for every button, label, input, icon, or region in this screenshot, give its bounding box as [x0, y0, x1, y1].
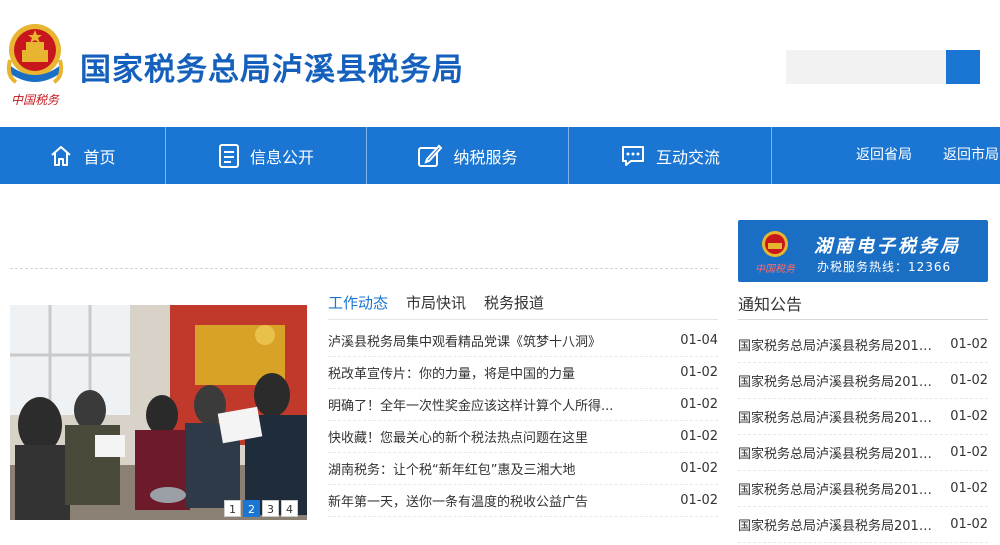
site-title[interactable]: 国家税务总局泸溪县税务局 — [80, 44, 464, 89]
nav-label: 互动交流 — [655, 147, 720, 167]
notice-title[interactable]: 国家税务总局泸溪县税务局2018... — [738, 479, 936, 498]
chat-icon — [621, 145, 644, 166]
site-header: 中国税务 国家税务总局泸溪县税务局 — [0, 0, 1000, 127]
document-icon — [218, 143, 239, 168]
banner-title: 湖南电子税务局 — [814, 236, 961, 257]
news-date: 01-02 — [680, 493, 718, 508]
main-nav: 首页 信息公开 纳税服务 互动交流 返回省局 返回市局 — [0, 127, 1000, 184]
slider-dot-3[interactable]: 3 — [262, 500, 279, 517]
notices-divider — [738, 319, 988, 320]
list-item[interactable]: 国家税务总局泸溪县税务局2018... 01-02 — [738, 507, 988, 543]
list-item[interactable]: 快收藏！您最关心的新个税法热点问题在这里 01-02 — [328, 421, 718, 453]
home-icon — [51, 145, 72, 166]
nav-item-tax-service[interactable]: 纳税服务 — [367, 127, 569, 184]
slider-dot-2[interactable]: 2 — [243, 500, 260, 517]
search-button[interactable] — [946, 50, 980, 84]
notice-date: 01-02 — [950, 373, 988, 388]
notice-title[interactable]: 国家税务总局泸溪县税务局2018... — [738, 371, 936, 390]
list-item[interactable]: 新年第一天，送你一条有温度的税收公益广告 01-02 — [328, 485, 718, 517]
nav-label: 信息公开 — [249, 147, 314, 167]
list-item[interactable]: 国家税务总局泸溪县税务局2018... 01-02 — [738, 435, 988, 471]
list-item[interactable]: 泸溪县税务局集中观看精品党课《筑梦十八洞》 01-04 — [328, 325, 718, 357]
notice-date: 01-02 — [950, 409, 988, 424]
notice-title[interactable]: 国家税务总局泸溪县税务局2018... — [738, 515, 936, 534]
banner-logo-caption: 中国税务 — [755, 263, 796, 275]
news-list: 泸溪县税务局集中观看精品党课《筑梦十八洞》 01-04 税改革宣传片：你的力量，… — [328, 325, 718, 517]
notice-title[interactable]: 国家税务总局泸溪县税务局2018... — [738, 335, 936, 354]
notice-date: 01-02 — [950, 337, 988, 352]
notice-date: 01-02 — [950, 445, 988, 460]
back-to-province-link[interactable]: 返回省局 — [856, 127, 912, 184]
list-item[interactable]: 国家税务总局泸溪县税务局2018... 01-02 — [738, 471, 988, 507]
list-item[interactable]: 国家税务总局泸溪县税务局2018... 01-02 — [738, 399, 988, 435]
nav-item-info-disclosure[interactable]: 信息公开 — [166, 127, 367, 184]
notices-list: 国家税务总局泸溪县税务局2018... 01-02 国家税务总局泸溪县税务局20… — [738, 327, 988, 543]
news-date: 01-04 — [680, 333, 718, 348]
nav-item-interaction[interactable]: 互动交流 — [569, 127, 772, 184]
news-title[interactable]: 湖南税务：让个税“新年红包”惠及三湘大地 — [328, 459, 575, 478]
news-date: 01-02 — [680, 365, 718, 380]
banner-hotline: 办税服务热线：12366 — [817, 260, 952, 274]
tab-work-news[interactable]: 工作动态 — [328, 292, 388, 319]
edit-icon — [418, 144, 443, 167]
news-title[interactable]: 明确了！全年一次性奖金应该这样计算个人所得... — [328, 395, 613, 414]
tab-tax-reports[interactable]: 税务报道 — [484, 292, 544, 319]
tab-city-news[interactable]: 市局快讯 — [406, 292, 466, 319]
list-item[interactable]: 明确了！全年一次性奖金应该这样计算个人所得... 01-02 — [328, 389, 718, 421]
news-title[interactable]: 税改革宣传片：你的力量，将是中国的力量 — [328, 363, 575, 382]
list-item[interactable]: 国家税务总局泸溪县税务局2018... 01-02 — [738, 363, 988, 399]
slider-dot-1[interactable]: 1 — [224, 500, 241, 517]
list-item[interactable]: 湖南税务：让个税“新年红包”惠及三湘大地 01-02 — [328, 453, 718, 485]
news-tabs: 工作动态 市局快讯 税务报道 — [328, 292, 544, 319]
news-photo[interactable] — [10, 305, 307, 520]
meeting-photo-image — [10, 305, 307, 520]
search-input[interactable] — [786, 50, 946, 84]
notice-title[interactable]: 国家税务总局泸溪县税务局2018... — [738, 443, 936, 462]
tax-emblem-icon: 中国税务 — [755, 231, 796, 275]
notice-title[interactable]: 国家税务总局泸溪县税务局2018... — [738, 407, 936, 426]
back-to-city-link[interactable]: 返回市局 — [943, 127, 999, 184]
list-item[interactable]: 国家税务总局泸溪县税务局2018... 01-02 — [738, 327, 988, 363]
nav-label: 首页 — [83, 147, 116, 167]
tax-emblem-logo[interactable]: 中国税务 — [2, 20, 68, 108]
section-divider — [10, 268, 718, 269]
slider-pagination: 1 2 3 4 — [224, 500, 298, 517]
news-title[interactable]: 新年第一天，送你一条有温度的税收公益广告 — [328, 491, 588, 510]
news-title[interactable]: 泸溪县税务局集中观看精品党课《筑梦十八洞》 — [328, 331, 601, 350]
nav-label: 纳税服务 — [453, 147, 518, 167]
news-date: 01-02 — [680, 461, 718, 476]
news-date: 01-02 — [680, 429, 718, 444]
slider-dot-4[interactable]: 4 — [281, 500, 298, 517]
list-item[interactable]: 税改革宣传片：你的力量，将是中国的力量 01-02 — [328, 357, 718, 389]
news-date: 01-02 — [680, 397, 718, 412]
nav-item-home[interactable]: 首页 — [0, 127, 166, 184]
notice-date: 01-02 — [950, 481, 988, 496]
notices-heading[interactable]: 通知公告 — [738, 291, 802, 315]
notice-date: 01-02 — [950, 517, 988, 532]
news-title[interactable]: 快收藏！您最关心的新个税法热点问题在这里 — [328, 427, 588, 446]
emblem-caption: 中国税务 — [11, 93, 60, 107]
tabs-divider — [328, 319, 718, 320]
